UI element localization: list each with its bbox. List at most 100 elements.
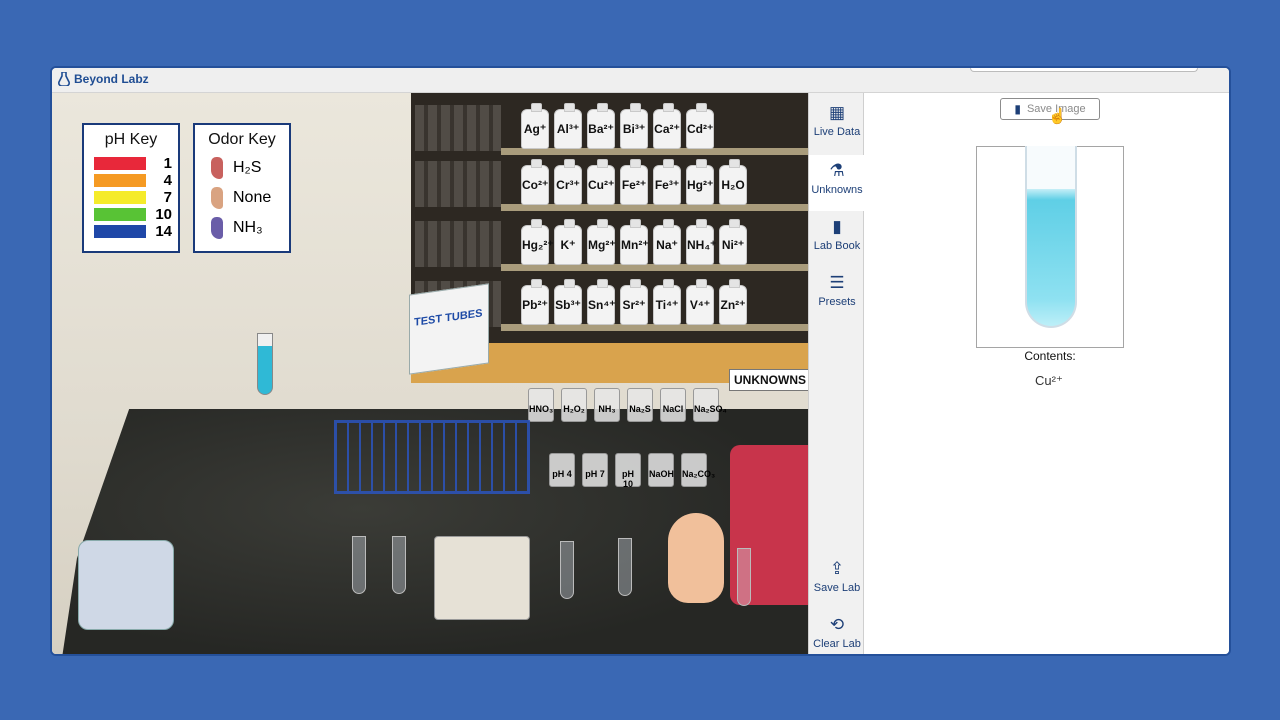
unknowns-panel: ▮ Save Image Contents: Cu²⁺ [864, 93, 1229, 654]
reagent-bottle[interactable]: Ag⁺ [521, 103, 549, 149]
reagent-bottle[interactable]: Cu²⁺ [587, 159, 615, 205]
reagent-dropper[interactable]: Na₂SO₄ [693, 388, 727, 422]
ph-key-row: 7 [84, 189, 178, 206]
reagent-bottle[interactable]: Ti⁴⁺ [653, 279, 681, 325]
shelf-board [501, 148, 808, 155]
test-tube-rack[interactable] [334, 420, 530, 494]
reagent-bottle[interactable]: Hg₂²⁺ [521, 219, 554, 265]
reagent-bottle[interactable]: Ni²⁺ [719, 219, 747, 265]
grid-icon: ▦ [828, 103, 846, 122]
ph-key-title: pH Key [104, 131, 158, 148]
save-lab-button[interactable]: ⇪ Save Lab [809, 559, 865, 594]
reagent-bottle[interactable]: K⁺ [554, 219, 582, 265]
shelf-board [501, 324, 808, 331]
reagent-bottle[interactable]: Mn²⁺ [620, 219, 649, 265]
odor-label: NH₃ [233, 219, 263, 236]
reagent-bottle[interactable]: Na⁺ [653, 219, 681, 265]
reagent-bottle[interactable]: Sr²⁺ [620, 279, 648, 325]
lab-book-button[interactable]: ▮ Lab Book [809, 217, 865, 252]
odor-key-card: Odor Key H₂S None NH₃ [193, 123, 291, 253]
reagent-dropper[interactable]: HNO₃ [528, 388, 554, 422]
presets-button[interactable]: ☰ Presets [809, 273, 865, 308]
odor-label: None [233, 189, 272, 206]
hand-cursor-icon: ☝ [1048, 108, 1067, 125]
reagent-bottle[interactable]: Co²⁺ [521, 159, 549, 205]
reagent-bottle[interactable]: Cr³⁺ [554, 159, 582, 205]
app-window: Beyond Labz Ag⁺ Al³⁺ Ba²⁺ Bi³⁺ Ca²⁺ Cd²⁺ Co²⁺ C… [50, 66, 1231, 656]
reagent-bottle[interactable]: NH₄⁺ [686, 219, 716, 265]
reagent-bottle[interactable]: Hg²⁺ [686, 159, 714, 205]
shelf-board [501, 264, 808, 271]
nose-icon [211, 157, 223, 179]
background-bottles [415, 161, 501, 207]
reagent-bottle[interactable]: H₂O [719, 159, 747, 205]
reagent-bottle[interactable]: Sn⁴⁺ [587, 279, 616, 325]
reagent-dropper[interactable]: NH₃ [594, 388, 620, 422]
reagent-bottle[interactable]: Fe²⁺ [620, 159, 648, 205]
odor-key-row: NH₃ [195, 213, 289, 243]
hot-plate[interactable] [434, 536, 530, 620]
presets-label: Presets [818, 296, 856, 308]
top-search-field[interactable] [970, 68, 1198, 72]
ph-key-row: 1 [84, 155, 178, 172]
contents-label: Contents: [1024, 349, 1076, 363]
ph-swatch [94, 208, 146, 221]
sample-preview [976, 146, 1124, 348]
centrifuge[interactable] [78, 540, 174, 630]
reagent-bottle[interactable]: Mg²⁺ [587, 219, 616, 265]
unknowns-tag[interactable]: UNKNOWNS [729, 369, 808, 391]
flask-icon: ⚗ [829, 161, 845, 180]
background-bottles [415, 221, 501, 267]
reagent-bottle[interactable]: Sb³⁺ [554, 279, 582, 325]
ph-swatch [94, 157, 146, 170]
unknowns-label: Unknowns [811, 184, 863, 196]
odor-nose-tool[interactable] [668, 513, 724, 603]
lab-scene[interactable]: Ag⁺ Al³⁺ Ba²⁺ Bi³⁺ Ca²⁺ Cd²⁺ Co²⁺ Cr³⁺ Cu²⁺ Fe²⁺ F… [52, 93, 808, 654]
reagent-bottle[interactable]: Ba²⁺ [587, 103, 615, 149]
reagent-dropper[interactable]: H₂O₂ [561, 388, 587, 422]
unknowns-button[interactable]: ⚗ Unknowns [809, 155, 865, 211]
odor-label: H₂S [233, 159, 262, 176]
reagent-dropper[interactable]: NaCl [660, 388, 686, 422]
reagent-dropper[interactable]: NaOH [648, 453, 674, 487]
ph-value: 1 [163, 155, 172, 172]
tool-sidebar: ▦ Live Data ⚗ Unknowns ▮ Lab Book ☰ Pres… [808, 93, 865, 654]
live-data-button[interactable]: ▦ Live Data [809, 103, 865, 138]
book-icon: ▮ [832, 217, 842, 236]
reagent-bottle[interactable]: Pb²⁺ [521, 279, 549, 325]
book-icon: ▮ [1014, 102, 1021, 116]
reagent-bottle[interactable]: Ca²⁺ [653, 103, 681, 149]
ph-value: 7 [163, 189, 172, 206]
reagent-dropper[interactable]: pH 10 [615, 453, 641, 489]
ph-value: 14 [155, 223, 172, 240]
reagent-dropper[interactable]: Na₂S [627, 388, 653, 422]
test-tubes-box[interactable]: TEST TUBES [409, 283, 489, 375]
save-lab-label: Save Lab [813, 582, 861, 594]
ph-key-row: 14 [84, 223, 178, 240]
test-tube[interactable] [392, 536, 406, 594]
test-tube[interactable] [352, 536, 366, 594]
reagent-bottle[interactable]: Al³⁺ [554, 103, 582, 149]
reagent-bottle[interactable]: Zn²⁺ [719, 279, 747, 325]
reagent-dropper[interactable]: pH 7 [582, 453, 608, 487]
reagent-bottle[interactable]: Cd²⁺ [686, 103, 714, 149]
lab-book-label: Lab Book [813, 240, 861, 252]
ph-key-card: pH Key 1 4 7 10 14 [82, 123, 180, 253]
reagent-bottle[interactable]: Bi³⁺ [620, 103, 648, 149]
clear-lab-label: Clear Lab [813, 638, 861, 650]
test-tube[interactable] [737, 548, 751, 606]
test-tube[interactable] [618, 538, 632, 596]
refresh-icon: ⟲ [829, 615, 845, 634]
flask-logo-icon [58, 72, 70, 86]
nose-icon [211, 217, 223, 239]
reagent-bottle[interactable]: Fe³⁺ [653, 159, 681, 205]
reagent-dropper[interactable]: Na₂CO₃ [681, 453, 715, 487]
brand-name: Beyond Labz [74, 72, 149, 86]
ph-swatch [94, 225, 146, 238]
clear-lab-button[interactable]: ⟲ Clear Lab [809, 615, 865, 650]
reagent-bottle[interactable]: V⁴⁺ [686, 279, 714, 325]
test-tube[interactable] [560, 541, 574, 599]
background-bottles [415, 105, 501, 151]
reagent-dropper[interactable]: pH 4 [549, 453, 575, 487]
ring-stand-test-tube[interactable] [257, 333, 273, 395]
